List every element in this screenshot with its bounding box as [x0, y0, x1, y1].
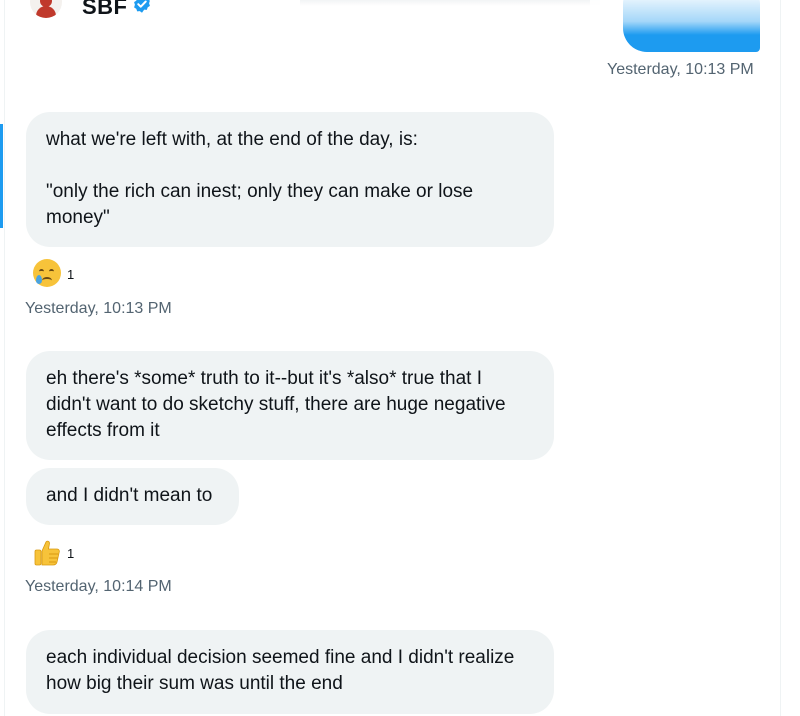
selection-indicator	[0, 124, 3, 228]
reaction-chip[interactable]: 1	[33, 537, 74, 569]
verified-badge-icon	[134, 0, 150, 13]
message-text-line: effects from it	[46, 420, 160, 441]
avatar[interactable]	[30, 0, 62, 18]
crying-face-icon	[33, 259, 63, 289]
message-line-gap	[46, 153, 534, 179]
message-timestamp: Yesterday, 10:14 PM	[25, 578, 172, 595]
message-text-line: eh there's *some* truth to it--but it's …	[46, 368, 483, 389]
outgoing-timestamp: Yesterday, 10:13 PM	[607, 61, 754, 78]
message-text-line: what we're left with, at the end of the …	[46, 129, 418, 150]
column-border-right	[780, 0, 781, 716]
dm-conversation: SBF Yesterday, 10:13 PM what we're left …	[0, 0, 800, 716]
incoming-message-bubble[interactable]: what we're left with, at the end of the …	[26, 112, 554, 247]
message-text-line: money"	[46, 207, 110, 228]
header-shadow	[300, 0, 600, 6]
message-text-line: didn't want to do sketchy stuff, there a…	[46, 394, 506, 415]
reaction-count: 1	[67, 266, 75, 282]
reaction-count: 1	[67, 545, 75, 561]
conversation-username[interactable]: SBF	[82, 0, 128, 20]
message-text-line: and I didn't mean to	[46, 485, 213, 506]
message-text-line: "only the rich can inest; only they can …	[46, 181, 474, 202]
incoming-message-bubble[interactable]: eh there's *some* truth to it--but it's …	[26, 351, 554, 460]
incoming-message-bubble[interactable]: each individual decision seemed fine and…	[26, 630, 554, 714]
column-border-left	[4, 0, 5, 716]
message-text-line: each individual decision seemed fine and…	[46, 647, 515, 668]
thumbs-up-icon	[33, 538, 63, 568]
message-timestamp: Yesterday, 10:13 PM	[25, 300, 172, 317]
reaction-chip[interactable]: 1	[33, 258, 74, 290]
incoming-message-bubble[interactable]: and I didn't mean to	[26, 468, 239, 525]
message-text-line: how big their sum was until the end	[46, 673, 343, 694]
outgoing-bubble-fade	[590, 0, 780, 35]
avatar-body	[36, 6, 56, 18]
